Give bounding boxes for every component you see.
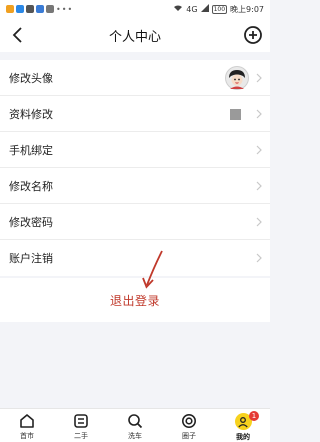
profile-thumbnail: [230, 109, 241, 120]
status-bar: ••• 4G 100 晚上9:07: [0, 0, 270, 18]
app-icon: [46, 5, 54, 13]
settings-item-change-avatar[interactable]: 修改头像: [0, 60, 270, 96]
chevron-right-icon: [256, 181, 262, 191]
status-bar-right: 4G 100 晚上9:07: [173, 4, 264, 15]
settings-item-label: 修改头像: [9, 71, 53, 85]
settings-item-edit-profile[interactable]: 资料修改: [0, 96, 270, 132]
chevron-right-icon: [256, 145, 262, 155]
app-icon: [36, 5, 44, 13]
tab-label: 洗车: [128, 432, 142, 440]
battery-indicator: 100: [211, 4, 228, 14]
signal-text: 4G: [186, 4, 198, 14]
target-icon: [181, 413, 197, 429]
more-notifications-icon: •••: [56, 4, 74, 14]
tab-label: 圈子: [182, 432, 196, 440]
settings-item-label: 资料修改: [9, 107, 53, 121]
annotation-arrow-icon: [140, 249, 166, 291]
notification-badge: 1: [249, 411, 259, 421]
settings-item-change-name[interactable]: 修改名称: [0, 168, 270, 204]
page-title: 个人中心: [108, 29, 161, 45]
settings-item-bind-phone[interactable]: 手机绑定: [0, 132, 270, 168]
settings-item-label: 修改密码: [9, 215, 53, 229]
chevron-right-icon: [256, 253, 262, 263]
search-icon: [127, 413, 143, 429]
wifi-icon: [173, 4, 183, 14]
logout-label: 退出登录: [109, 293, 160, 308]
chevron-right-icon: [256, 73, 262, 83]
home-icon: [19, 413, 35, 429]
clock: 晚上9:07: [230, 4, 264, 14]
settings-item-label: 手机绑定: [9, 143, 53, 157]
tab-label: 我的: [236, 433, 250, 441]
tab-bar: 首市 二手 洗车 圈子 1 我的: [0, 408, 270, 442]
secondhand-icon: [73, 413, 89, 429]
tab-carwash[interactable]: 洗车: [108, 409, 162, 442]
app-icon: [16, 5, 24, 13]
status-bar-left: •••: [6, 5, 73, 14]
chevron-left-icon[interactable]: [8, 25, 28, 45]
settings-item-label: 账户注销: [9, 252, 53, 265]
avatar: [225, 66, 249, 90]
tab-label: 二手: [74, 432, 88, 440]
app-icon: [26, 5, 34, 13]
chevron-right-icon: [256, 217, 262, 227]
header: 个人中心: [0, 18, 270, 52]
signal-icon: [200, 4, 209, 14]
settings-item-delete-account[interactable]: 账户注销: [0, 240, 270, 276]
tab-label: 首市: [20, 432, 34, 440]
notification-icon: [6, 5, 14, 13]
settings-item-change-password[interactable]: 修改密码: [0, 204, 270, 240]
tab-secondhand[interactable]: 二手: [54, 409, 108, 442]
logout-button[interactable]: 退出登录: [0, 278, 270, 322]
settings-item-label: 修改名称: [9, 179, 53, 193]
chevron-right-icon: [256, 109, 262, 119]
settings-list: 修改头像 资料修改 手机绑定 修改名称 修改密码 账户注销: [0, 60, 270, 276]
plus-circle-icon[interactable]: [242, 24, 264, 46]
tab-circle[interactable]: 圈子: [162, 409, 216, 442]
tab-home[interactable]: 首市: [0, 409, 54, 442]
tab-me[interactable]: 1 我的: [216, 409, 270, 442]
